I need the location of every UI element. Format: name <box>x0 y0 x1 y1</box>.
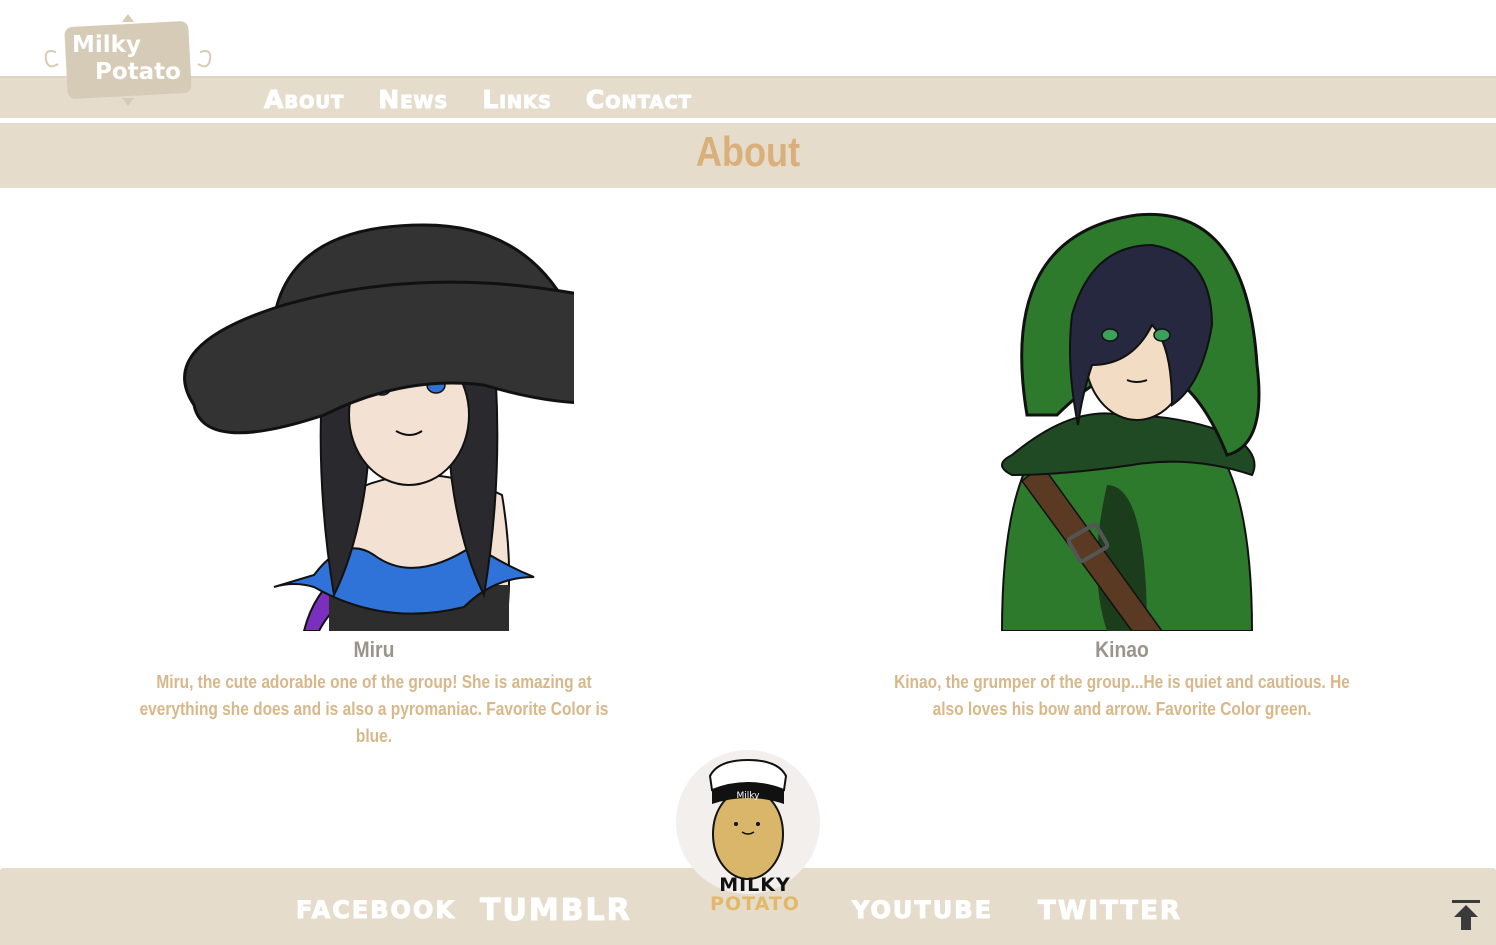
character-card-miru: Miru Miru, the cute adorable one of the … <box>94 205 654 750</box>
nav-links[interactable]: Links <box>482 84 552 114</box>
logo-line2: Potato <box>95 59 181 85</box>
character-card-kinao: Kinao Kinao, the grumper of the group...… <box>842 205 1402 723</box>
miru-portrait-image <box>183 223 574 631</box>
logo-line1: Milky <box>72 32 141 58</box>
footer-link-facebook[interactable]: facebook <box>296 896 456 925</box>
page-title: About <box>695 128 801 175</box>
character-description: Miru, the cute adorable one of the group… <box>139 672 609 746</box>
back-to-top-button[interactable] <box>1450 898 1482 932</box>
nav-news[interactable]: News <box>378 84 448 114</box>
mascot-wordmark: MILKY POTATO <box>690 876 820 914</box>
mascot-word-potato: POTATO <box>710 893 800 915</box>
hat-text: Milky <box>737 791 761 801</box>
character-description: Kinao, the grumper of the group...He is … <box>894 672 1350 719</box>
kinao-portrait-image <box>1000 212 1261 631</box>
nav-contact[interactable]: Contact <box>585 84 692 114</box>
footer-link-tumblr[interactable]: tumblr <box>480 893 632 929</box>
site-logo[interactable]: Milky Potato <box>42 12 214 108</box>
arrow-up-to-top-icon <box>1452 900 1480 930</box>
character-name: Kinao <box>1095 637 1149 662</box>
footer-link-youtube[interactable]: youtube <box>852 896 993 925</box>
footer-link-twitter[interactable]: twitter <box>1038 896 1182 927</box>
nav-about[interactable]: About <box>263 84 344 114</box>
main-nav: About News Links Contact <box>263 84 692 114</box>
character-name: Miru <box>353 637 395 662</box>
